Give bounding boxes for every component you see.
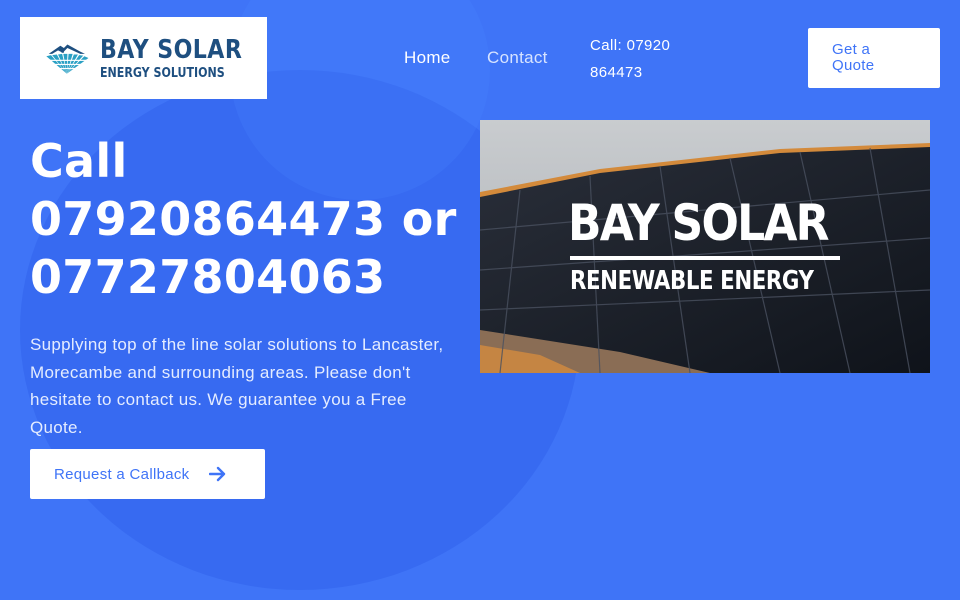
brand-tagline: ENERGY SOLUTIONS — [99, 65, 225, 81]
nav-contact-link[interactable]: Contact — [487, 48, 548, 68]
callback-button-label: Request a Callback — [54, 465, 190, 483]
image-banner-divider — [570, 256, 840, 260]
hero-headline: Call 07920864473 or 07727804063 — [30, 134, 457, 304]
brand-name: BAY SOLAR — [99, 34, 242, 65]
arrow-right-icon — [209, 466, 226, 482]
nav-home-link[interactable]: Home — [404, 48, 451, 68]
solar-house-logo-icon — [44, 44, 90, 74]
nav-call-link[interactable]: Call: 07920 864473 — [590, 32, 700, 86]
request-callback-button[interactable]: Request a Callback — [30, 449, 265, 499]
image-banner-subtitle: RENEWABLE ENERGY — [570, 266, 814, 296]
image-banner-title: BAY SOLAR — [568, 194, 830, 252]
get-quote-button[interactable]: Get a Quote — [808, 28, 940, 88]
hero-solar-panel-image: BAY SOLAR RENEWABLE ENERGY — [480, 120, 930, 373]
brand-logo[interactable]: BAY SOLAR ENERGY SOLUTIONS — [20, 17, 267, 99]
hero-description: Supplying top of the line solar solution… — [30, 335, 444, 437]
